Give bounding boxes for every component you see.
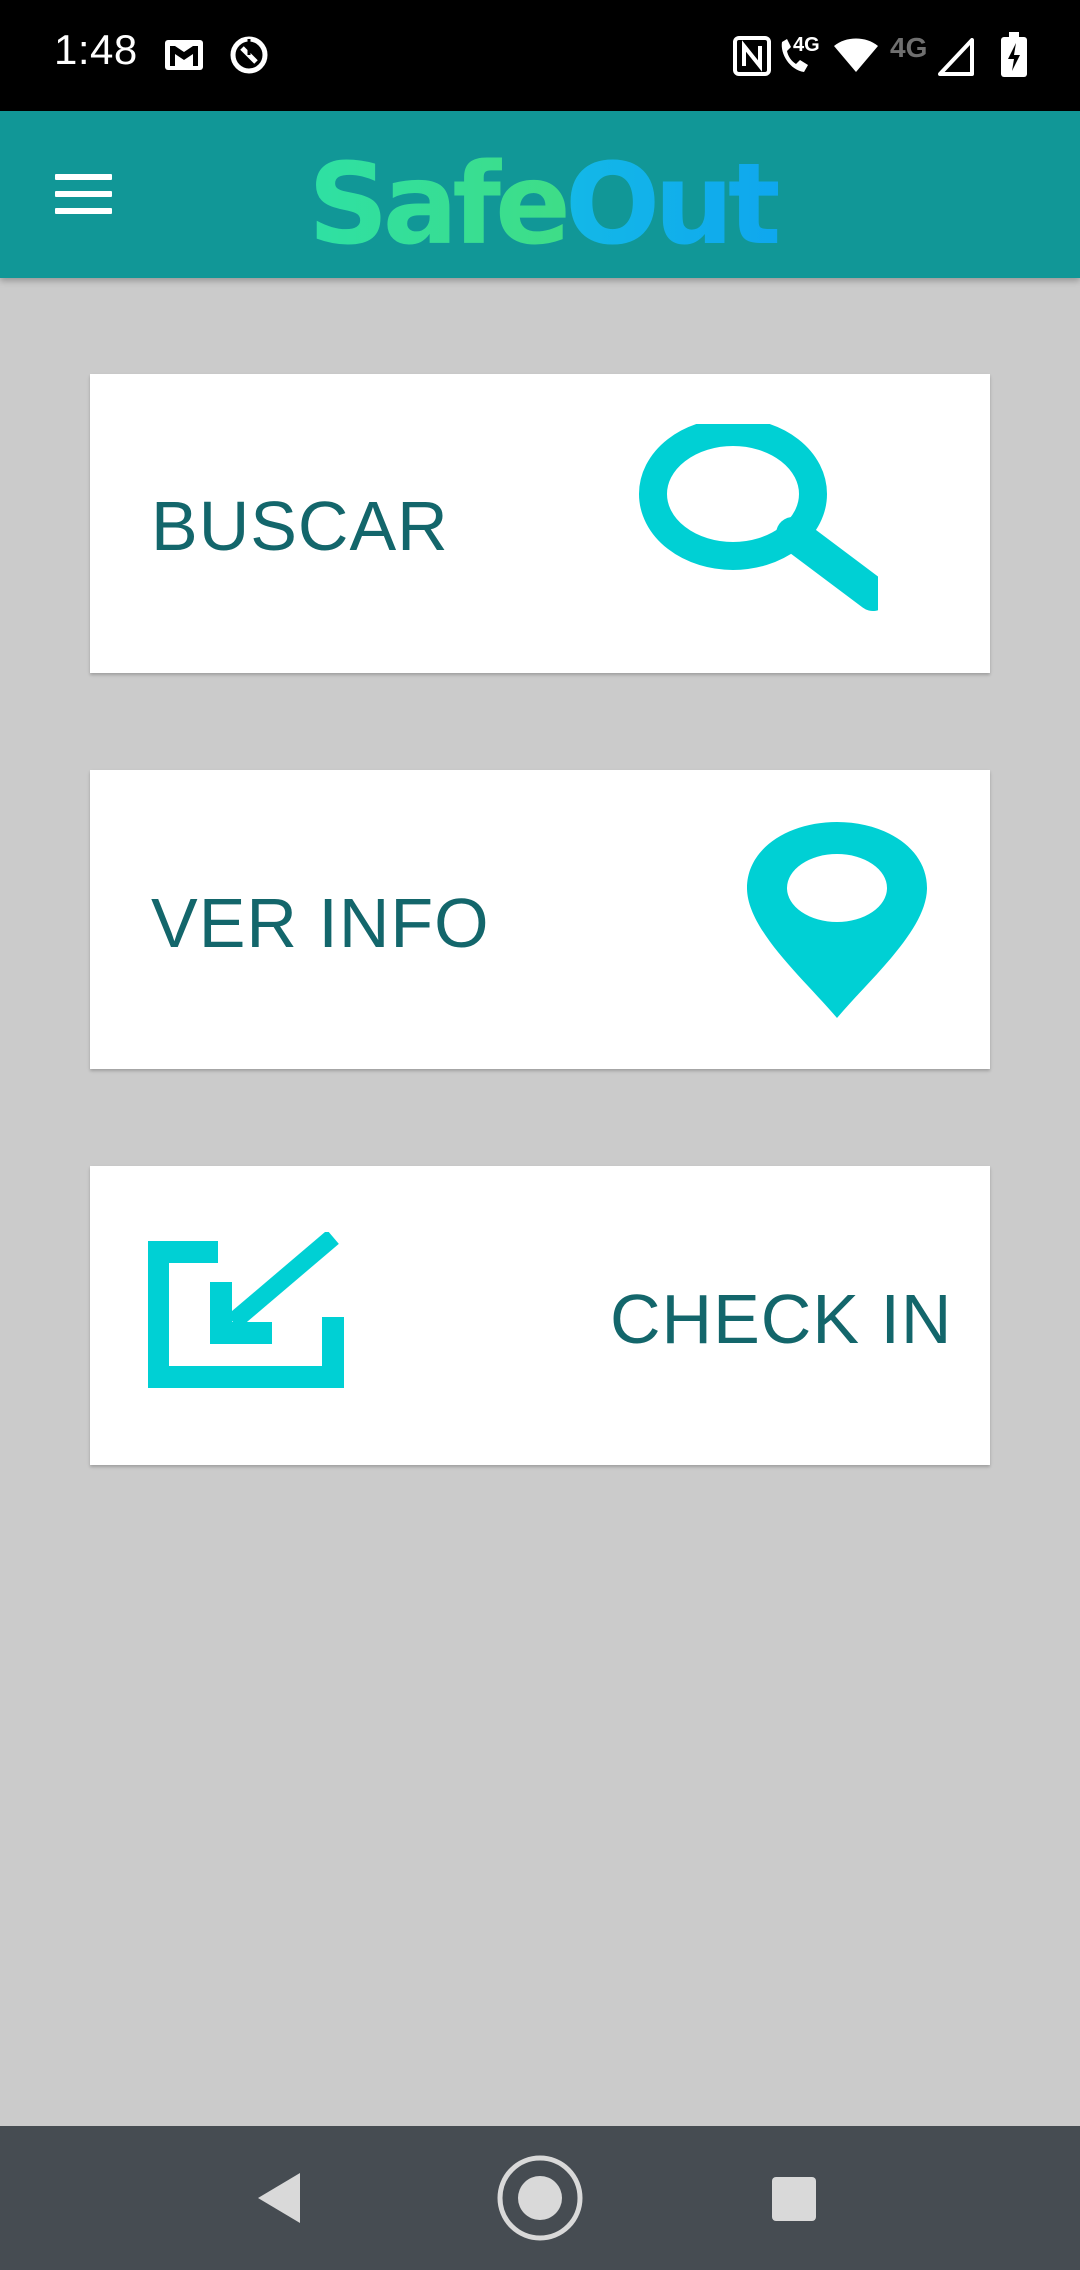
buscar-label: BUSCAR [151, 487, 449, 565]
app-logo: SafeOut [308, 140, 778, 268]
wifi-icon [834, 38, 878, 72]
status-time: 1:48 [54, 26, 138, 73]
nfc-icon [733, 36, 771, 76]
home-icon[interactable] [496, 2154, 584, 2242]
location-pin-icon [747, 822, 927, 1018]
hamburger-menu-icon[interactable] [40, 161, 128, 229]
recents-icon[interactable] [770, 2175, 818, 2223]
ver-info-card[interactable]: VER INFO [90, 770, 990, 1069]
system-nav-bar [0, 2126, 1080, 2270]
buscar-card[interactable]: BUSCAR [90, 374, 990, 673]
sync-icon [230, 36, 268, 74]
battery-charging-icon [1001, 32, 1027, 77]
cell-signal-icon [938, 38, 974, 76]
check-in-card[interactable]: CHECK IN [90, 1166, 990, 1465]
gmail-icon [165, 40, 203, 70]
check-in-label: CHECK IN [610, 1280, 953, 1358]
network-type-label: 4G [793, 34, 820, 56]
back-icon[interactable] [254, 2171, 304, 2225]
ver-info-label: VER INFO [151, 884, 490, 962]
secondary-network-label: 4G [890, 32, 928, 63]
logo-text-safe: SafeOut [308, 140, 778, 268]
search-icon [639, 424, 878, 611]
check-in-arrow-icon [148, 1232, 344, 1388]
status-bar: 1:48 4G 4G [0, 0, 1080, 111]
